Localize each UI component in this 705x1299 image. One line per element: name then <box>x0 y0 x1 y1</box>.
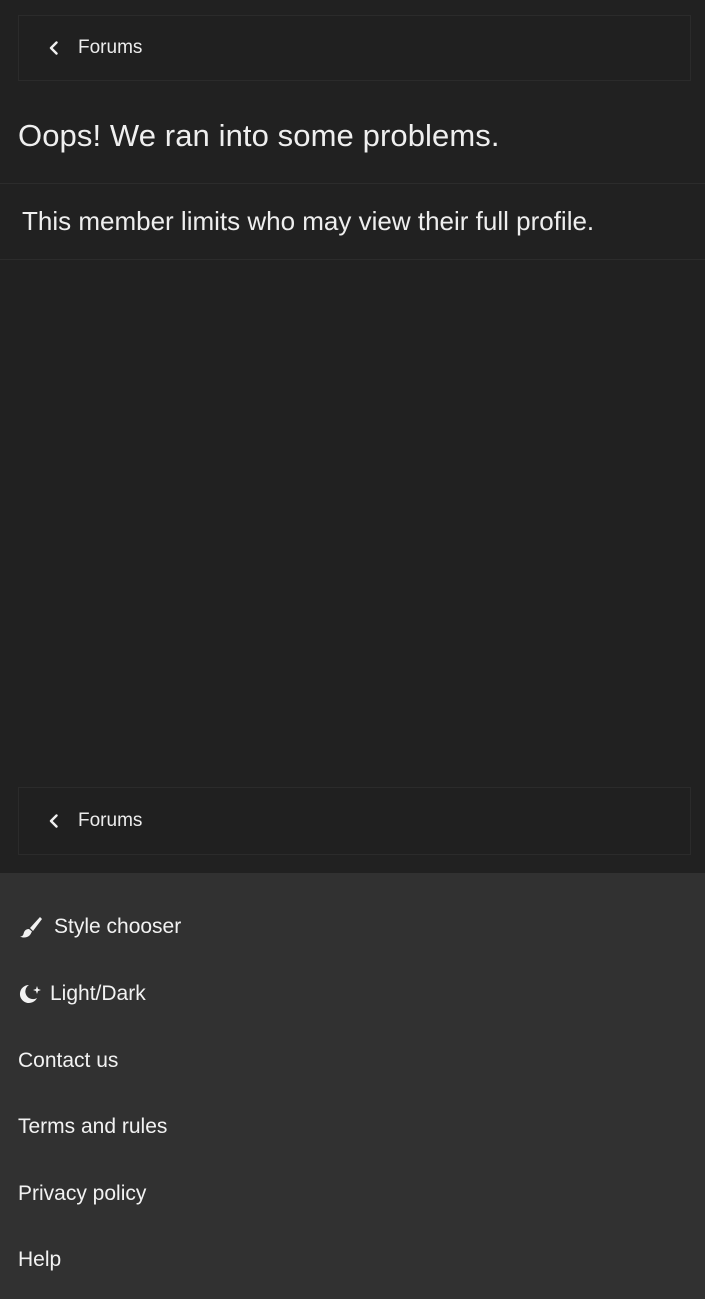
terms-and-rules-link[interactable]: Terms and rules <box>18 1115 167 1139</box>
light-dark-toggle[interactable]: Light/Dark <box>18 982 146 1006</box>
style-chooser-link[interactable]: Style chooser <box>18 915 181 939</box>
breadcrumb-top[interactable]: Forums <box>18 15 691 81</box>
light-dark-label: Light/Dark <box>50 982 146 1005</box>
contact-us-link[interactable]: Contact us <box>18 1049 118 1073</box>
style-chooser-label: Style chooser <box>54 915 182 938</box>
breadcrumb-forums-link[interactable]: Forums <box>78 810 142 832</box>
help-link[interactable]: Help <box>18 1248 61 1272</box>
moon-sparkle-icon <box>18 982 44 1006</box>
chevron-left-icon <box>47 41 61 55</box>
privacy-policy-link[interactable]: Privacy policy <box>18 1182 146 1206</box>
error-message-box: This member limits who may view their fu… <box>0 183 705 260</box>
paint-brush-icon <box>18 915 44 939</box>
chevron-left-icon <box>47 814 61 828</box>
page-title: Oops! We ran into some problems. <box>18 118 500 153</box>
breadcrumb-bottom[interactable]: Forums <box>18 787 691 855</box>
breadcrumb-forums-link[interactable]: Forums <box>78 37 142 59</box>
error-message: This member limits who may view their fu… <box>22 206 595 236</box>
footer: Style chooser Light/Dark Contact us Term… <box>0 873 705 1299</box>
